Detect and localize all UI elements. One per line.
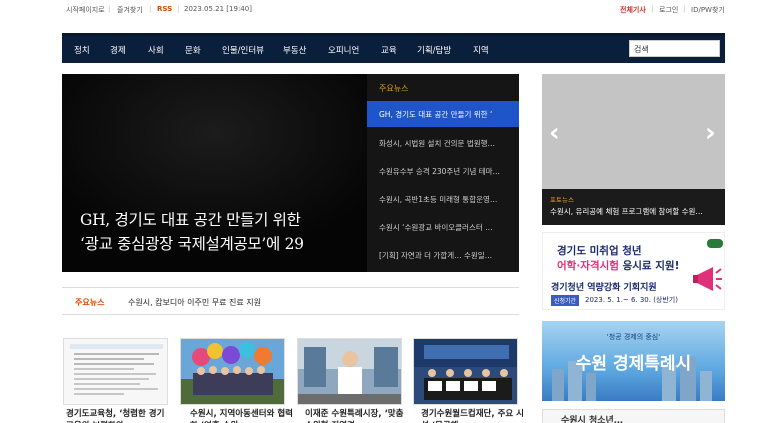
nav-item-education[interactable]: 교육 xyxy=(381,44,397,56)
banner-partial[interactable]: 수원시 청소년… xyxy=(542,409,725,423)
hero-slider: GH, 경기도 대표 공간 만들기 위한 ‘광교 중심광장 국제설계공모’에 2… xyxy=(62,74,519,272)
hero-list-item[interactable]: 화성시, 시법원 설치 건의문 법원행… xyxy=(367,130,519,156)
ad3-text: 수원시 청소년… xyxy=(561,416,623,423)
nav-item-region[interactable]: 지역 xyxy=(473,44,489,56)
nav-item-society[interactable]: 사회 xyxy=(148,44,164,56)
photo-news-caption[interactable]: 수원시, 유리공예 체험 프로그램에 참여할 수원… xyxy=(550,206,703,217)
ad1-program: 경기청년 역량강화 기회지원 xyxy=(551,283,657,293)
divider: | xyxy=(177,5,180,13)
photo-news-caption-bar: 포토뉴스 수원시, 유리공예 체험 프로그램에 참여할 수원… xyxy=(542,189,725,225)
home-link[interactable]: 시작페이지로 xyxy=(66,5,105,15)
news-thumbnail-caption[interactable]: 경기도교육청, ‘청렴한 경기교육의 보편화와 xyxy=(66,408,171,423)
nav-item-culture[interactable]: 문화 xyxy=(185,44,201,56)
ticker-headline[interactable]: 수원시, 캄보디아 이주민 무료 진료 지원 xyxy=(128,297,261,308)
main-nav: 정치 경제 사회 문화 인물/인터뷰 부동산 오피니언 교육 기획/탐방 지역 xyxy=(62,36,725,63)
ad2-main-text: 수원 경제특례시 xyxy=(575,354,692,374)
nav-item-politics[interactable]: 정치 xyxy=(74,44,90,56)
ceremony-photo-image xyxy=(414,339,517,404)
headline-ticker: 주요뉴스 수원시, 캄보디아 이주민 무료 진료 지원 xyxy=(62,287,519,315)
ticker-label: 주요뉴스 xyxy=(75,298,105,307)
divider: | xyxy=(149,5,152,13)
news-thumbnail[interactable] xyxy=(413,338,518,405)
ad1-period: 2023. 5. 1.~ 6. 30. (상반기) xyxy=(585,296,678,304)
group-photo-image xyxy=(181,339,284,404)
top-utility-bar: 시작페이지로 | 즐겨찾기 | RSS | 2023.05.21 [19:40]… xyxy=(0,0,777,18)
ad2-top-text: '청공 경제의 중심' xyxy=(606,333,661,341)
banner-youth-support[interactable]: 경기도 미취업 청년 어학·자격시험 응시료 지원! 경기청년 역량강화 기회지… xyxy=(542,232,725,310)
nav-item-economy[interactable]: 경제 xyxy=(110,44,126,56)
document-thumbnail-image xyxy=(64,339,167,404)
photo-news-label: 포토뉴스 xyxy=(550,196,574,204)
photo-news-slider[interactable]: ‹ › 포토뉴스 수원시, 유리공예 체험 프로그램에 참여할 수원… xyxy=(542,74,725,225)
speech-photo-image xyxy=(298,339,401,404)
chevron-right-icon[interactable]: › xyxy=(705,118,716,148)
hero-image[interactable]: GH, 경기도 대표 공간 만들기 위한 ‘광교 중심광장 국제설계공모’에 2… xyxy=(62,74,367,272)
datetime: 2023.05.21 [19:40] xyxy=(184,5,252,13)
hero-title-line-2: ‘광교 중심광장 국제설계공모’에 29 xyxy=(80,235,304,253)
favorite-link[interactable]: 즐겨찾기 xyxy=(117,5,143,15)
hero-list-header: 주요뉴스 xyxy=(379,84,409,93)
nav-item-people[interactable]: 인물/인터뷰 xyxy=(222,44,264,56)
idpw-link[interactable]: ID/PW찾기 xyxy=(691,5,725,15)
nav-item-realestate[interactable]: 부동산 xyxy=(283,44,306,56)
hero-list-item[interactable]: 수원유수부 승격 230주년 기념 테마… xyxy=(367,158,519,184)
megaphone-icon xyxy=(693,267,722,291)
hero-list-item[interactable]: [기획] 자연과 더 가깝게… 수원일… xyxy=(367,242,519,268)
hero-title-line-1: GH, 경기도 대표 공간 만들기 위한 xyxy=(80,211,301,229)
news-thumbnail[interactable] xyxy=(297,338,402,405)
news-thumbnail[interactable] xyxy=(63,338,168,405)
ad1-subtitle: 어학·자격시험 응시료 지원! xyxy=(557,258,679,273)
divider: | xyxy=(651,5,654,13)
hero-list-item[interactable]: 수원시, 곡반1초등 미래형 통합운영… xyxy=(367,186,519,212)
ad1-period-label: 신청기간 xyxy=(551,295,580,306)
hero-headline-list: 주요뉴스 GH, 경기도 대표 공간 만들기 위한 ‘ 화성시, 시법원 설치 … xyxy=(367,74,519,272)
ad1-subtitle-highlight: 어학·자격시험 xyxy=(557,260,619,272)
nav-item-opinion[interactable]: 오피니언 xyxy=(328,44,359,56)
news-thumbnail[interactable] xyxy=(180,338,285,405)
ad1-subtitle-rest: 응시료 지원! xyxy=(618,260,680,272)
hero-list-item[interactable]: GH, 경기도 대표 공간 만들기 위한 ‘ xyxy=(367,101,519,127)
search-input[interactable]: 검색 xyxy=(629,40,720,57)
news-thumbnail-caption[interactable]: 이재준 수원특례시장, ‘맞춤 수원형 지역경… xyxy=(305,408,410,423)
all-articles-link[interactable]: 전체기사 xyxy=(620,5,646,15)
chevron-left-icon[interactable]: ‹ xyxy=(549,118,560,148)
news-thumbnail-caption[interactable]: 경기수원월드컵재단, 주요 시설 ‘무공해… xyxy=(421,408,526,423)
gyeonggi-logo-icon xyxy=(707,239,723,248)
photo-news-image xyxy=(542,74,725,189)
nav-item-feature[interactable]: 기획/탐방 xyxy=(417,44,451,56)
hero-list-item[interactable]: 수원시 ‘수원광교 바이오클러스터 … xyxy=(367,214,519,240)
banner-suwon-economy[interactable]: '청공 경제의 중심' 수원 경제특례시 xyxy=(542,321,725,401)
login-link[interactable]: 로그인 xyxy=(659,5,678,15)
hero-title[interactable]: GH, 경기도 대표 공간 만들기 위한 ‘광교 중심광장 국제설계공모’에 2… xyxy=(80,208,365,256)
news-thumbnail-caption[interactable]: 수원시, 지역아동센터와 협력한 ‘연휴 수원… xyxy=(190,408,295,423)
divider: | xyxy=(683,5,686,13)
divider: | xyxy=(108,5,111,13)
ad1-title: 경기도 미취업 청년 xyxy=(557,245,642,257)
rss-link[interactable]: RSS xyxy=(157,5,172,13)
